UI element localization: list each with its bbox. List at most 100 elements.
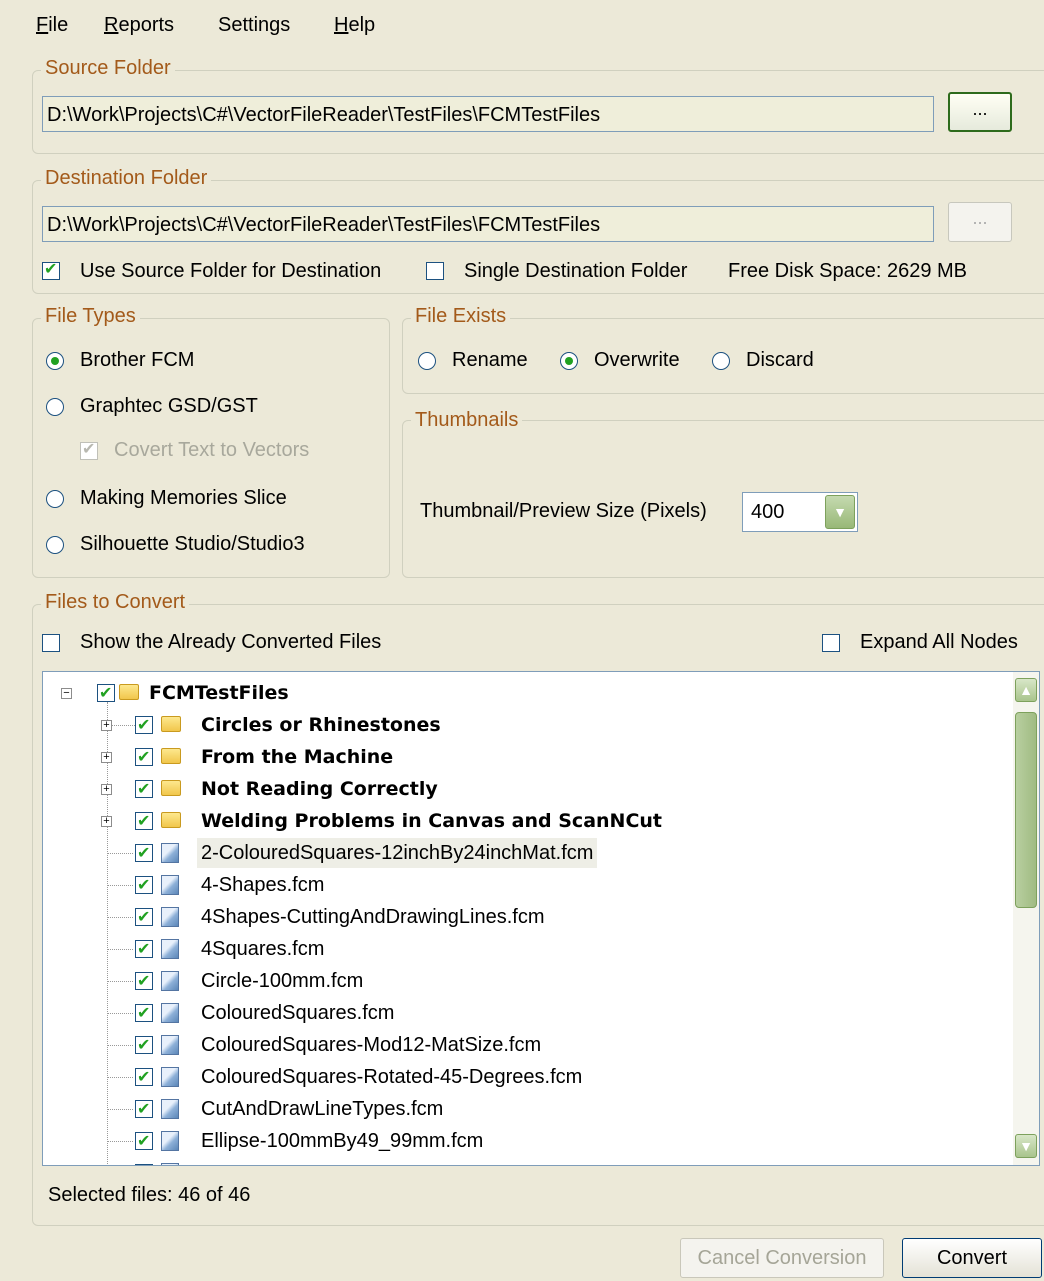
tree-row-file[interactable]: ColouredSquares-Mod12-MatSize.fcm [43, 1030, 1003, 1061]
convert-text-label: Covert Text to Vectors [114, 439, 310, 461]
expand-all-checkbox[interactable] [822, 634, 840, 652]
tree-label: Welding Problems in Canvas and ScanNCut [201, 810, 662, 832]
tree-connector [107, 1013, 133, 1014]
use-source-label: Use Source Folder for Destination [80, 260, 382, 282]
folder-checkbox[interactable] [135, 743, 153, 773]
image-file-icon [161, 1099, 179, 1119]
expand-icon[interactable]: + [101, 752, 112, 763]
menu-reports[interactable]: Reports [104, 14, 174, 37]
source-folder-input[interactable]: D:\Work\Projects\C#\VectorFileReader\Tes… [42, 96, 934, 132]
radio-silhouette[interactable] [46, 536, 64, 554]
folder-icon [161, 748, 181, 764]
file-checkbox[interactable] [135, 871, 153, 901]
silhouette-label: Silhouette Studio/Studio3 [80, 533, 305, 555]
brother-fcm-label: Brother FCM [80, 349, 195, 371]
tree-label: From the Machine [201, 746, 394, 768]
file-checkbox[interactable] [135, 967, 153, 997]
tree-row-file[interactable]: 4-Shapes.fcm [43, 870, 1003, 901]
show-converted-checkbox[interactable] [42, 634, 60, 652]
source-browse-button[interactable]: ... [948, 92, 1012, 132]
tree-row-folder[interactable]: + From the Machine [43, 742, 1003, 773]
convert-button[interactable]: Convert [902, 1238, 1042, 1278]
tree-row-file[interactable]: 4Squares.fcm [43, 934, 1003, 965]
free-disk-space: Free Disk Space: 2629 MB [728, 260, 967, 282]
destination-browse-button[interactable]: ... [948, 202, 1012, 242]
tree-label: FCMTestFiles [149, 682, 289, 704]
tree-label: 4Squares.fcm [201, 938, 325, 960]
file-checkbox[interactable] [135, 839, 153, 869]
image-file-icon [161, 1035, 179, 1055]
files-tree[interactable]: − FCMTestFiles + Circles or Rhinestones … [42, 671, 1040, 1166]
tree-row-file[interactable]: ColouredSquares.fcm [43, 998, 1003, 1029]
convert-text-checkbox[interactable] [80, 439, 98, 460]
tree-connector [107, 949, 133, 950]
file-checkbox[interactable] [135, 1031, 153, 1061]
menu-help[interactable]: Help [334, 14, 375, 37]
menu-file[interactable]: File [36, 14, 68, 37]
thumbnail-size-dropdown[interactable]: 400 ▼ [742, 492, 858, 532]
tree-label: 2-ColouredSquares-12inchBy24inchMat.fcm [197, 838, 598, 868]
discard-label: Discard [746, 349, 814, 371]
file-checkbox[interactable] [135, 1063, 153, 1093]
expand-icon[interactable]: + [101, 816, 112, 827]
folder-checkbox[interactable] [135, 775, 153, 805]
image-file-icon [161, 1003, 179, 1023]
tree-row-file[interactable]: ColouredSquares-Rotated-45-Degrees.fcm [43, 1062, 1003, 1093]
file-checkbox[interactable] [135, 903, 153, 933]
selected-files-status: Selected files: 46 of 46 [48, 1184, 251, 1206]
tree-row-file[interactable]: CutAndDrawLineTypes.fcm [43, 1094, 1003, 1125]
tree-row-file[interactable]: Ellipse-100mmBy49_99mm.fcm [43, 1126, 1003, 1157]
tree-row-file[interactable]: 4Shapes-CuttingAndDrawingLines.fcm [43, 902, 1003, 933]
radio-graphtec[interactable] [46, 398, 64, 416]
image-file-icon [161, 939, 179, 959]
scroll-up-icon[interactable]: ▲ [1015, 678, 1037, 702]
chevron-down-icon[interactable]: ▼ [825, 495, 855, 529]
thumbnails-group: Thumbnails [402, 409, 1044, 578]
file-checkbox[interactable] [135, 935, 153, 965]
tree-row-folder[interactable]: + Welding Problems in Canvas and ScanNCu… [43, 806, 1003, 837]
folder-checkbox[interactable] [135, 807, 153, 837]
tree-row-folder[interactable]: + Circles or Rhinestones [43, 710, 1003, 741]
show-converted-label: Show the Already Converted Files [80, 631, 382, 653]
tree-row-file-partial[interactable] [43, 1158, 1003, 1165]
cancel-conversion-button[interactable]: Cancel Conversion [680, 1238, 884, 1278]
tree-row-file[interactable]: Circle-100mm.fcm [43, 966, 1003, 997]
radio-making-memories[interactable] [46, 490, 64, 508]
file-checkbox[interactable] [135, 1095, 153, 1125]
file-checkbox[interactable] [135, 1159, 153, 1165]
menu-settings[interactable]: Settings [218, 14, 290, 37]
scroll-thumb[interactable] [1015, 712, 1037, 908]
rename-label: Rename [452, 349, 528, 371]
single-destination-checkbox[interactable] [426, 262, 444, 280]
image-file-icon [161, 1163, 179, 1165]
tree-row-file[interactable]: 2-ColouredSquares-12inchBy24inchMat.fcm [43, 838, 1003, 869]
folder-checkbox[interactable] [135, 711, 153, 741]
use-source-checkbox[interactable] [42, 259, 60, 280]
scroll-down-icon[interactable]: ▼ [1015, 1134, 1037, 1158]
image-file-icon [161, 971, 179, 991]
tree-connector [107, 1141, 133, 1142]
tree-label: ColouredSquares.fcm [201, 1002, 395, 1024]
expand-all-label: Expand All Nodes [860, 631, 1018, 653]
file-checkbox[interactable] [135, 1127, 153, 1157]
radio-brother-fcm[interactable] [46, 352, 64, 370]
files-to-convert-title: Files to Convert [41, 591, 190, 614]
expand-icon[interactable]: + [101, 720, 112, 731]
collapse-icon[interactable]: − [61, 688, 72, 699]
tree-connector [107, 981, 133, 982]
root-checkbox[interactable] [97, 679, 115, 709]
expand-icon[interactable]: + [101, 784, 112, 795]
tree-row-root[interactable]: − FCMTestFiles [43, 678, 1003, 709]
file-types-title: File Types [41, 305, 140, 328]
destination-folder-input[interactable]: D:\Work\Projects\C#\VectorFileReader\Tes… [42, 206, 934, 242]
tree-connector [107, 1045, 133, 1046]
radio-overwrite[interactable] [560, 352, 578, 370]
tree-row-folder[interactable]: + Not Reading Correctly [43, 774, 1003, 805]
file-checkbox[interactable] [135, 999, 153, 1029]
tree-scrollbar[interactable]: ▲ ▼ [1013, 672, 1039, 1165]
image-file-icon [161, 875, 179, 895]
tree-label: ColouredSquares-Rotated-45-Degrees.fcm [201, 1066, 583, 1088]
radio-rename[interactable] [418, 352, 436, 370]
radio-discard[interactable] [712, 352, 730, 370]
making-memories-label: Making Memories Slice [80, 487, 287, 509]
